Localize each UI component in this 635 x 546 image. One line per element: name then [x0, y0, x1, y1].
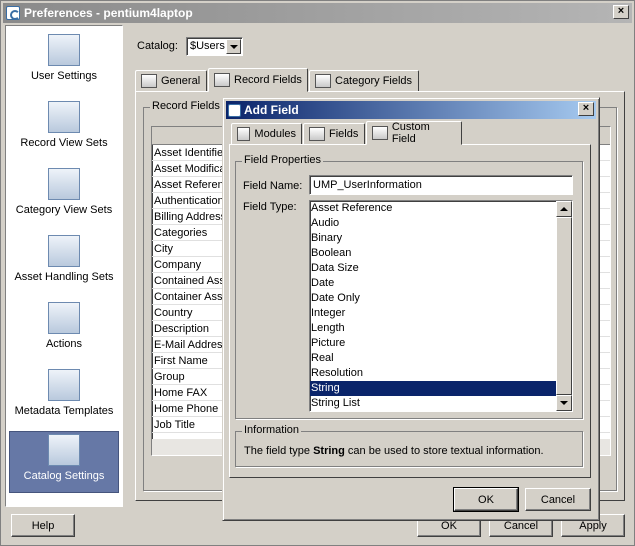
category-fields-tab-icon — [315, 74, 331, 88]
tab-label: Record Fields — [234, 74, 302, 86]
catalog-settings-icon — [48, 434, 80, 466]
info-suffix: can be used to store textual information… — [344, 445, 544, 457]
catalog-label: Catalog: — [137, 40, 178, 52]
list-item[interactable]: String List — [310, 396, 572, 411]
info-prefix: The field type — [244, 445, 314, 457]
sidebar-item-label: Asset Handling Sets — [14, 271, 114, 283]
sidebar-item-record-view-sets[interactable]: Record View Sets — [9, 99, 119, 161]
apply-label: Apply — [579, 519, 607, 532]
list-item[interactable]: Binary — [310, 231, 572, 246]
dialog-close-button[interactable]: × — [578, 102, 594, 116]
help-label: Help — [31, 519, 55, 532]
field-name-input[interactable]: UMP_UserInformation — [309, 175, 573, 195]
tab-custom-field[interactable]: Custom Field — [366, 121, 462, 145]
title-bar: Preferences - pentium4laptop × — [3, 3, 632, 23]
metadata-templates-icon — [48, 369, 80, 401]
sidebar-item-user-settings[interactable]: User Settings — [9, 32, 119, 94]
asset-handling-sets-icon — [48, 235, 80, 267]
list-item-selected[interactable]: String — [310, 381, 572, 396]
info-type: String — [313, 445, 345, 457]
sidebar-item-metadata-templates[interactable]: Metadata Templates — [9, 367, 119, 429]
list-item[interactable]: Resolution — [310, 366, 572, 381]
sidebar-item-actions[interactable]: Actions — [9, 300, 119, 362]
tab-general[interactable]: General — [135, 70, 207, 92]
category-view-sets-icon — [48, 168, 80, 200]
dialog-ok-button[interactable]: OK — [453, 487, 519, 512]
close-button[interactable]: × — [613, 5, 629, 19]
sidebar-item-catalog-settings[interactable]: Catalog Settings — [9, 431, 119, 493]
group-title: Information — [242, 424, 302, 436]
tab-label: Fields — [329, 128, 359, 140]
information-text: The field type String can be used to sto… — [244, 445, 544, 457]
ok-label: OK — [478, 493, 494, 506]
catalog-value: $Users — [190, 40, 225, 52]
field-type-label: Field Type: — [243, 201, 297, 213]
tab-modules[interactable]: Modules — [231, 123, 302, 145]
add-field-dialog: Add Field × Modules Fields Custom Field … — [222, 97, 600, 521]
modules-tab-icon — [237, 127, 251, 141]
record-fields-tab-icon — [214, 73, 230, 87]
dialog-title-bar: Add Field × — [226, 101, 596, 119]
sidebar-item-label: Category View Sets — [15, 204, 113, 216]
catalog-select[interactable]: $Users — [186, 37, 243, 56]
list-item[interactable]: Audio — [310, 216, 572, 231]
app-icon — [6, 6, 20, 20]
list-item[interactable]: Data Size — [310, 261, 572, 276]
chevron-down-icon[interactable] — [226, 39, 241, 54]
list-item[interactable]: Date Only — [310, 291, 572, 306]
help-button[interactable]: Help — [11, 514, 75, 537]
sidebar-item-asset-handling-sets[interactable]: Asset Handling Sets — [9, 233, 119, 295]
record-view-sets-icon — [48, 101, 80, 133]
sidebar-item-label: Actions — [45, 338, 83, 350]
user-settings-icon — [48, 34, 80, 66]
tab-fields[interactable]: Fields — [303, 123, 365, 145]
app-icon — [228, 103, 241, 117]
dialog-title: Add Field — [244, 103, 299, 117]
custom-field-tab-icon — [372, 126, 388, 140]
sidebar-item-label: Metadata Templates — [14, 405, 114, 417]
field-name-label: Field Name: — [243, 180, 303, 192]
list-item[interactable]: Integer — [310, 306, 572, 321]
list-item[interactable]: Length — [310, 321, 572, 336]
tab-category-fields[interactable]: Category Fields — [309, 70, 419, 92]
sidebar: User Settings Record View Sets Category … — [5, 25, 123, 507]
tab-label: Custom Field — [391, 121, 430, 145]
dialog-cancel-button[interactable]: Cancel — [525, 488, 591, 511]
cancel-label: Cancel — [503, 519, 539, 532]
tab-label: Category Fields — [335, 75, 413, 87]
actions-icon — [48, 302, 80, 334]
list-item[interactable]: Boolean — [310, 246, 572, 261]
tab-label: Modules — [254, 128, 296, 140]
field-type-list[interactable]: Asset Reference Audio Binary Boolean Dat… — [309, 200, 573, 412]
list-item[interactable]: Real — [310, 351, 572, 366]
window-title: Preferences - pentium4laptop — [24, 6, 193, 20]
scroll-thumb[interactable] — [556, 217, 572, 395]
fields-tab-icon — [309, 127, 325, 141]
information-group: Information The field type String can be… — [235, 424, 583, 467]
scroll-down-icon[interactable] — [556, 395, 572, 411]
cancel-label: Cancel — [540, 493, 576, 506]
list-item[interactable]: Date — [310, 276, 572, 291]
group-title: Field Properties — [242, 154, 324, 166]
sidebar-item-category-view-sets[interactable]: Category View Sets — [9, 166, 119, 228]
general-tab-icon — [141, 74, 157, 88]
list-item[interactable]: Picture — [310, 336, 572, 351]
field-name-value: UMP_UserInformation — [313, 179, 422, 191]
group-title: Record Fields — [150, 100, 222, 112]
sidebar-item-label: Catalog Settings — [23, 470, 105, 482]
sidebar-item-label: User Settings — [30, 70, 98, 82]
tab-record-fields[interactable]: Record Fields — [208, 68, 308, 92]
tab-label: General — [161, 75, 201, 87]
list-item[interactable]: Asset Reference — [310, 201, 572, 216]
ok-label: OK — [441, 519, 457, 532]
scroll-up-icon[interactable] — [556, 201, 572, 217]
sidebar-item-label: Record View Sets — [20, 137, 108, 149]
field-type-scrollbar[interactable] — [556, 201, 572, 411]
